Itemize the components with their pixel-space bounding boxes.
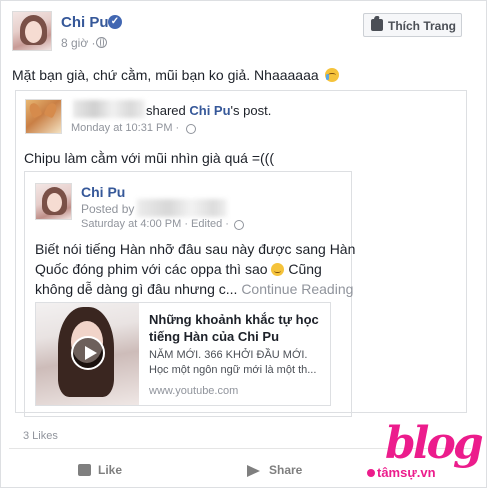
- verified-badge-icon: ✓: [108, 15, 122, 29]
- posted-by-label: Posted by: [81, 202, 135, 216]
- original-message: Biết nói tiếng Hàn nhỡ đâu sau này được …: [35, 239, 356, 299]
- like-page-label: Thích Trang: [388, 19, 457, 33]
- shared-message: Chipu làm cằm với mũi nhìn già quá =(((: [24, 150, 275, 166]
- play-icon[interactable]: [71, 336, 105, 370]
- like-page-button[interactable]: Thích Trang: [363, 13, 462, 37]
- globe-icon: [186, 124, 196, 134]
- original-timestamp[interactable]: Saturday at 4:00 PM · Edited ·: [81, 218, 229, 230]
- shared-post-box: shared Chi Pu's post. Monday at 10:31 PM…: [15, 90, 467, 417]
- thumbs-up-icon: [371, 19, 383, 31]
- youtube-attachment[interactable]: Những khoảnh khắc tự học tiếng Hàn của C…: [35, 302, 331, 406]
- continue-reading-link[interactable]: Continue Reading: [241, 281, 353, 297]
- video-thumbnail[interactable]: [36, 303, 139, 405]
- post-word: 's post.: [230, 103, 272, 118]
- smile-emoji-icon: [271, 263, 285, 276]
- post-timestamp[interactable]: 8 giờ ·: [61, 36, 96, 50]
- original-message-line-2-suffix: Cũng: [284, 261, 322, 277]
- shared-timestamp[interactable]: Monday at 10:31 PM ·: [71, 122, 179, 134]
- post-message: Mặt bạn già, chứ cằm, mũi bạn ko giả. Nh…: [12, 67, 339, 83]
- video-domain: www.youtube.com: [149, 385, 239, 397]
- author-name[interactable]: Chi Pu: [61, 14, 109, 31]
- author-avatar[interactable]: [12, 11, 52, 51]
- original-message-line-2-text: Quốc đóng phim với các oppa thì sao: [35, 261, 268, 277]
- original-author-name[interactable]: Chi Pu: [81, 184, 125, 200]
- watermark-dot: [367, 469, 375, 477]
- like-label: Like: [98, 463, 123, 477]
- shared-verb: shared: [146, 103, 186, 118]
- watermark-sub: tâmsự.vn: [377, 465, 436, 480]
- video-description-line-2: Học một ngôn ngữ mới là một th...: [149, 364, 317, 376]
- original-message-line-2: Quốc đóng phim với các oppa thì sao Cũng: [35, 259, 347, 279]
- watermark-word: blog: [385, 418, 484, 469]
- video-description: NĂM MỚI. 366 KHỞI ĐẦU MỚI. Học một ngôn …: [149, 348, 327, 378]
- shared-header: shared Chi Pu's post.: [146, 103, 271, 118]
- share-label: Share: [269, 463, 303, 477]
- sharer-name-blurred: [73, 100, 145, 118]
- poster-name-blurred: [137, 199, 227, 217]
- original-author-link[interactable]: Chi Pu: [189, 103, 230, 118]
- thumbs-up-icon: [78, 464, 91, 476]
- globe-icon: [96, 37, 107, 48]
- post-card: Chi Pu ✓ 8 giờ · Thích Trang Mặt bạn già…: [0, 0, 487, 488]
- video-description-line-1: NĂM MỚI. 366 KHỞI ĐẦU MỚI.: [149, 349, 308, 361]
- video-title[interactable]: Những khoảnh khắc tự học tiếng Hàn của C…: [149, 311, 327, 345]
- globe-icon: [234, 220, 244, 230]
- blog-watermark-logo: blog tâmsự.vn: [367, 419, 485, 487]
- original-message-line-3-text: không dễ dàng gì đâu nhưng c...: [35, 281, 238, 297]
- crying-emoji-icon: [324, 68, 339, 82]
- sharer-avatar[interactable]: [25, 99, 62, 134]
- post-message-text: Mặt bạn già, chứ cằm, mũi bạn ko giả. Nh…: [12, 67, 319, 83]
- original-message-line-3: không dễ dàng gì đâu nhưng c... Continue…: [35, 279, 353, 299]
- original-message-line-1: Biết nói tiếng Hàn nhỡ đâu sau này được …: [35, 241, 356, 257]
- likes-count[interactable]: 3 Likes: [23, 430, 58, 442]
- original-author-avatar[interactable]: [35, 183, 72, 220]
- original-post-box: Chi Pu Posted by Saturday at 4:00 PM · E…: [24, 171, 356, 417]
- share-arrow-icon: [247, 465, 260, 477]
